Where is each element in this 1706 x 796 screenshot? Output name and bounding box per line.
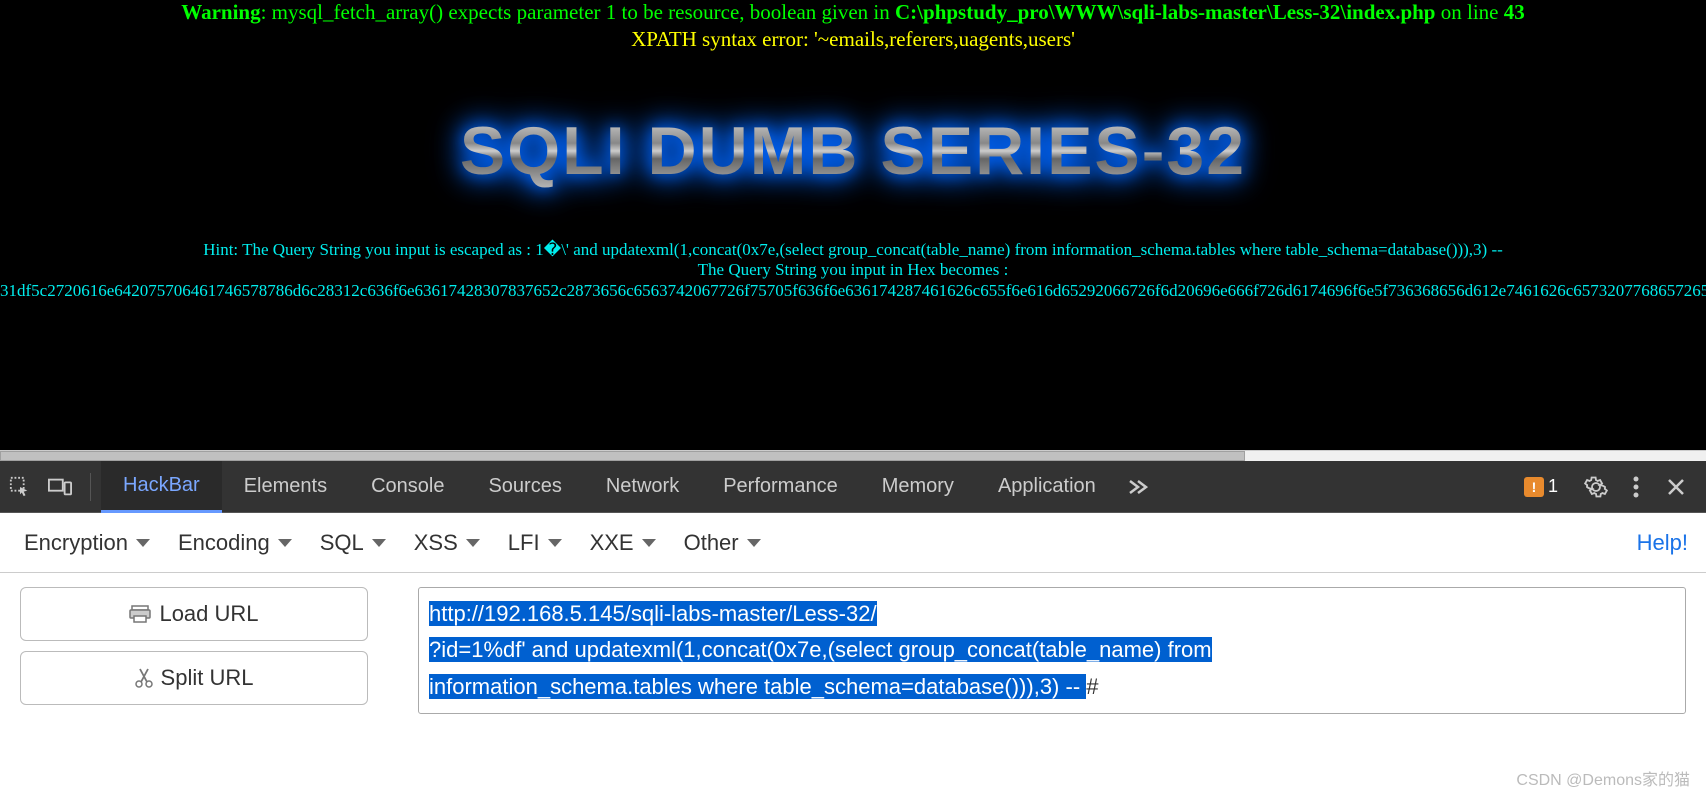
issue-count: 1 [1548,476,1558,497]
button-label: Split URL [161,665,254,691]
menu-label: LFI [508,530,540,556]
horizontal-scrollbar[interactable] [0,450,1706,461]
menu-encryption[interactable]: Encryption [10,524,164,562]
warning-icon: ! [1524,477,1544,497]
kebab-menu-icon[interactable] [1616,461,1656,513]
url-input[interactable]: http://192.168.5.145/sqli-labs-master/Le… [418,587,1686,714]
url-text-tail: # [1086,674,1098,699]
scrollbar-thumb[interactable] [0,451,1245,461]
chevron-down-icon [642,539,656,547]
tab-application[interactable]: Application [976,461,1118,513]
chevron-down-icon [548,539,562,547]
warning-label: Warning [181,0,260,24]
menu-encoding[interactable]: Encoding [164,524,306,562]
warning-message: : mysql_fetch_array() expects parameter … [261,0,895,24]
devtools-tabbar: HackBar Elements Console Sources Network… [0,461,1706,513]
button-label: Load URL [159,601,258,627]
tab-sources[interactable]: Sources [466,461,583,513]
menu-label: SQL [320,530,364,556]
tab-performance[interactable]: Performance [701,461,860,513]
menu-xxe[interactable]: XXE [576,524,670,562]
chevron-down-icon [278,539,292,547]
menu-xss[interactable]: XSS [400,524,494,562]
chevron-down-icon [372,539,386,547]
devtools-panel: HackBar Elements Console Sources Network… [0,461,1706,714]
device-toggle-icon[interactable] [40,461,80,513]
chevron-down-icon [466,539,480,547]
menu-lfi[interactable]: LFI [494,524,576,562]
help-link[interactable]: Help! [1637,530,1696,556]
php-warning: Warning: mysql_fetch_array() expects par… [0,0,1706,25]
xpath-error: XPATH syntax error: '~emails,referers,ua… [0,27,1706,52]
menu-label: Encryption [24,530,128,556]
webpage-content: Warning: mysql_fetch_array() expects par… [0,0,1706,450]
tab-elements[interactable]: Elements [222,461,349,513]
warning-online: on line [1436,0,1504,24]
issues-badge[interactable]: ! 1 [1524,476,1558,497]
menu-label: Other [684,530,739,556]
load-url-button[interactable]: Load URL [20,587,368,641]
close-icon[interactable] [1656,461,1696,513]
hackbar-toolbar: Encryption Encoding SQL XSS LFI XXE Othe… [0,513,1706,573]
menu-label: XSS [414,530,458,556]
printer-icon [129,605,151,623]
chevron-down-icon [747,539,761,547]
watermark: CSDN @Demons家的猫 [1516,766,1690,790]
split-url-button[interactable]: Split URL [20,651,368,705]
hint-hex-value: 31df5c2720616e642075706461746578786d6c28… [0,281,1706,301]
tab-memory[interactable]: Memory [860,461,976,513]
menu-other[interactable]: Other [670,524,775,562]
inspect-icon[interactable] [0,461,40,513]
hackbar-body: Load URL Split URL http://192.168.5.145/… [0,573,1706,714]
more-tabs-icon[interactable] [1118,461,1158,513]
tab-console[interactable]: Console [349,461,466,513]
hint-hex-label: The Query String you input in Hex become… [0,260,1706,280]
chevron-down-icon [136,539,150,547]
hint-escaped: Hint: The Query String you input is esca… [0,240,1706,260]
url-text-selected: http://192.168.5.145/sqli-labs-master/Le… [429,601,877,626]
page-title: SQLI DUMB SERIES-32 [460,112,1246,190]
warning-path: C:\phpstudy_pro\WWW\sqli-labs-master\Les… [895,0,1435,24]
menu-label: Encoding [178,530,270,556]
scissors-icon [135,667,153,689]
hackbar-actions: Load URL Split URL [20,587,368,705]
menu-label: XXE [590,530,634,556]
menu-sql[interactable]: SQL [306,524,400,562]
url-text-selected: information_schema.tables where table_sc… [429,674,1086,699]
tab-network[interactable]: Network [584,461,701,513]
warning-line-num: 43 [1504,0,1525,24]
tab-hackbar[interactable]: HackBar [101,461,222,513]
gear-icon[interactable] [1576,461,1616,513]
divider [90,473,91,501]
url-text-selected: ?id=1%df' and updatexml(1,concat(0x7e,(s… [429,637,1212,662]
